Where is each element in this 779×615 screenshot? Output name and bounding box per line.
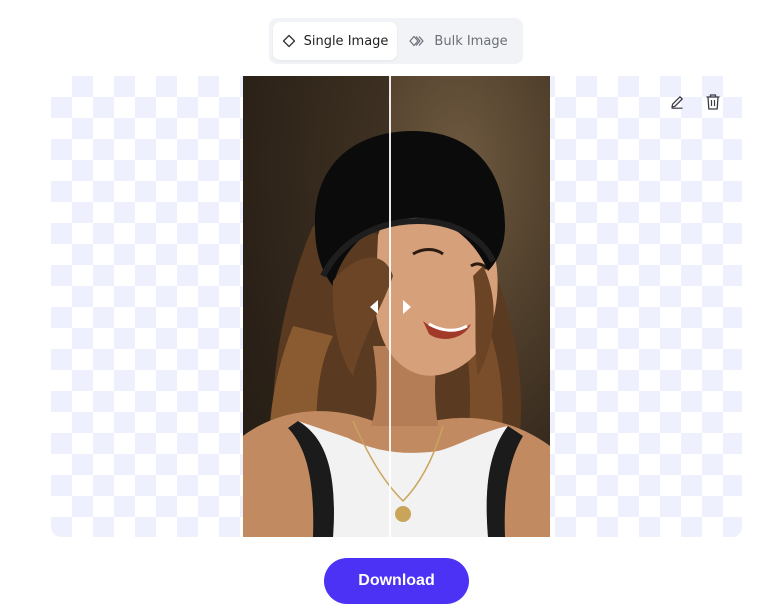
chevron-left-icon[interactable] <box>370 300 378 314</box>
diamond-icon <box>282 34 296 48</box>
mode-toggle: Single Image Bulk Image <box>269 18 523 64</box>
comparison-divider[interactable] <box>389 76 391 537</box>
bulk-image-label: Bulk Image <box>434 33 508 49</box>
chevron-right-icon[interactable] <box>403 300 411 314</box>
delete-button[interactable] <box>700 91 726 117</box>
bulk-image-tab[interactable]: Bulk Image <box>397 22 519 60</box>
single-image-tab[interactable]: Single Image <box>273 22 397 60</box>
single-image-label: Single Image <box>303 33 389 49</box>
preview-canvas <box>51 76 742 537</box>
layers-icon <box>408 34 426 48</box>
edit-button[interactable] <box>664 91 690 117</box>
trash-icon <box>705 93 721 115</box>
pencil-icon <box>669 94 685 114</box>
download-button[interactable]: Download <box>324 558 469 604</box>
portrait-photo <box>243 76 550 537</box>
